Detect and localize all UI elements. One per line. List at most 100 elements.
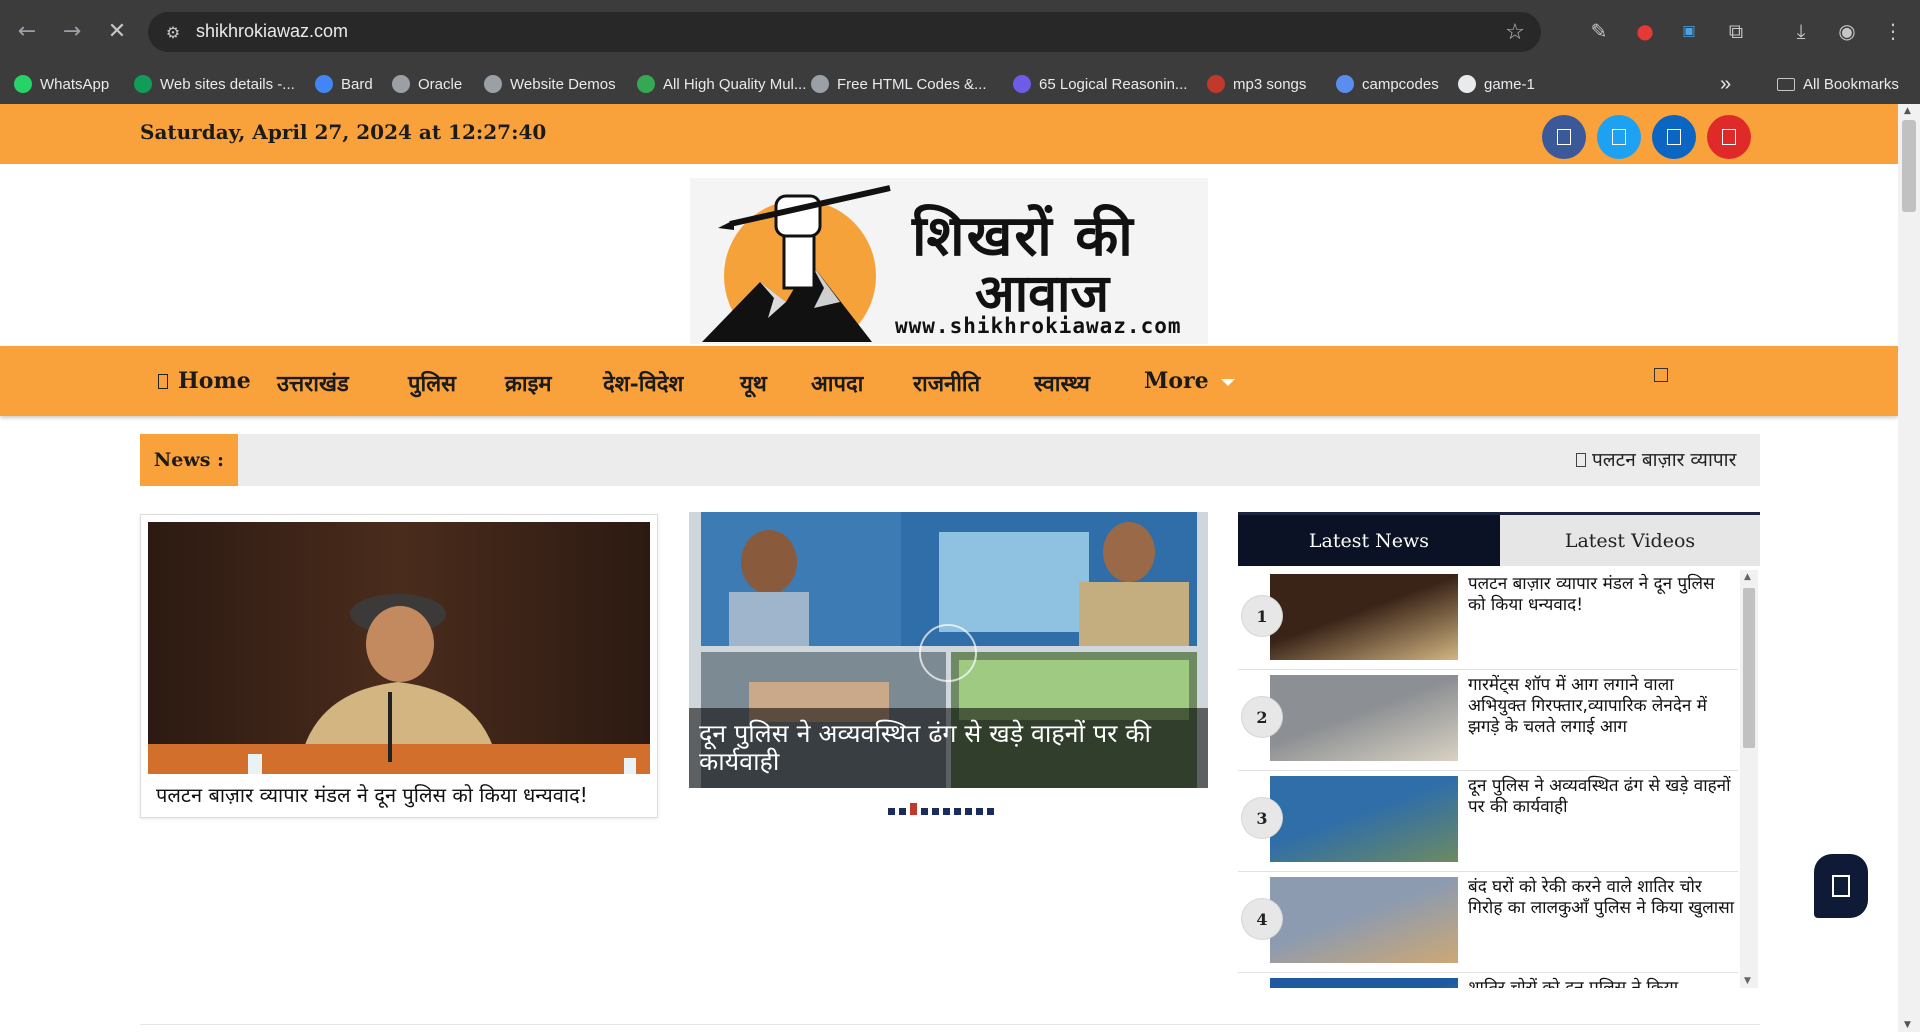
- bookmark-item[interactable]: All High Quality Mul...: [637, 73, 806, 95]
- news-thumbnail[interactable]: [1270, 776, 1458, 862]
- bookmark-item[interactable]: campcodes: [1336, 73, 1439, 95]
- news-thumbnail[interactable]: [1270, 675, 1458, 761]
- latest-news-item[interactable]: 3 दून पुलिस ने अव्यवस्थित ढंग से खड़े वाह…: [1238, 772, 1738, 872]
- tab-latest-news[interactable]: Latest News: [1238, 515, 1500, 566]
- featured-article-title[interactable]: पलटन बाज़ार व्यापार मंडल ने दून पुलिस को…: [156, 781, 588, 808]
- stop-loading-icon[interactable]: ✕: [100, 14, 134, 48]
- menu-swasthya[interactable]: स्वास्थ्य: [1034, 368, 1090, 398]
- latest-news-title[interactable]: गारमेंट्स शॉप में आग लगाने वाला अभियुक्त…: [1468, 675, 1736, 738]
- menu-youth[interactable]: यूथ: [740, 368, 767, 398]
- page-scroll-up-icon[interactable]: ▲: [1904, 106, 1911, 116]
- latest-news-item[interactable]: 1 पलटन बाज़ार व्यापार मंडल ने दून पुलिस क…: [1238, 570, 1738, 670]
- menu-aapda[interactable]: आपदा: [811, 368, 863, 398]
- facebook-icon[interactable]: [1542, 115, 1586, 159]
- page-scroll-down-icon[interactable]: ▼: [1904, 1020, 1911, 1030]
- slider-dot[interactable]: [899, 808, 906, 815]
- site-settings-icon[interactable]: ⚙: [162, 21, 184, 43]
- scroll-up-icon[interactable]: ▲: [1744, 572, 1751, 582]
- bookmark-item[interactable]: Website Demos: [484, 73, 616, 95]
- latest-news-title[interactable]: शातिर चोरों को दून पुलिस ने किया: [1468, 978, 1736, 988]
- bookmark-item[interactable]: 65 Logical Reasonin...: [1013, 73, 1187, 95]
- url-text[interactable]: shikhrokiawaz.com: [196, 21, 348, 42]
- latest-news-title[interactable]: दून पुलिस ने अव्यवस्थित ढंग से खड़े वाहन…: [1468, 776, 1736, 818]
- slider-dot[interactable]: [954, 808, 961, 815]
- more-bookmarks-icon[interactable]: »: [1720, 73, 1731, 95]
- slider-pagination: [888, 803, 994, 818]
- tab-latest-videos[interactable]: Latest Videos: [1500, 515, 1760, 566]
- bookmark-label: Website Demos: [510, 75, 616, 93]
- profile-avatar-icon[interactable]: ◉: [1832, 16, 1862, 46]
- menu-uttarakhand[interactable]: उत्तराखंड: [277, 368, 349, 398]
- slider-dot[interactable]: [921, 808, 928, 815]
- news-thumbnail[interactable]: [1270, 877, 1458, 963]
- bookmark-item[interactable]: Bard: [315, 73, 373, 95]
- bookmark-star-icon[interactable]: ☆: [1501, 18, 1529, 46]
- bookmark-item[interactable]: WhatsApp: [14, 73, 109, 95]
- eyedropper-extension-icon[interactable]: ✎: [1584, 16, 1614, 46]
- adblock-extension-icon[interactable]: ●: [1630, 16, 1660, 46]
- news-list-scroll-thumb[interactable]: [1743, 588, 1755, 748]
- globe-icon: [484, 75, 502, 93]
- forward-icon[interactable]: →: [55, 14, 89, 48]
- latest-news-title[interactable]: पलटन बाज़ार व्यापार मंडल ने दून पुलिस को…: [1468, 574, 1736, 616]
- featured-article-image[interactable]: [148, 522, 650, 774]
- browser-toolbar: ← → ✕ ⚙ shikhrokiawaz.com ☆ ✎ ● ▣ ⧉ ⤓ ◉ …: [0, 0, 1920, 64]
- page-scroll-thumb[interactable]: [1902, 120, 1916, 212]
- menu-desh-videsh[interactable]: देश-विदेश: [603, 368, 683, 398]
- search-toggle-icon[interactable]: [1654, 368, 1668, 382]
- twitter-icon[interactable]: [1597, 115, 1641, 159]
- game-icon: [1458, 75, 1476, 93]
- home-icon: [158, 374, 168, 389]
- main-menu: Home उत्तराखंड पुलिस क्राइम देश-विदेश यू…: [0, 346, 1898, 416]
- ticker-headline[interactable]: पलटन बाज़ार व्यापार: [1576, 446, 1736, 472]
- address-bar[interactable]: ⚙ shikhrokiawaz.com ☆: [148, 12, 1541, 52]
- bookmark-item[interactable]: Free HTML Codes &...: [811, 73, 987, 95]
- slider-dot[interactable]: [910, 803, 917, 815]
- slider-dot[interactable]: [987, 808, 994, 815]
- page-scrollbar[interactable]: ▲ ▼: [1898, 104, 1920, 1032]
- menu-rajniti[interactable]: राजनीति: [913, 368, 980, 398]
- menu-police[interactable]: पुलिस: [408, 368, 456, 398]
- back-icon[interactable]: ←: [10, 14, 44, 48]
- news-thumbnail[interactable]: [1270, 978, 1458, 988]
- new-extension-icon[interactable]: ▣: [1674, 16, 1704, 46]
- play-button-icon[interactable]: [919, 624, 977, 682]
- download-icon[interactable]: ⤓: [1786, 16, 1816, 46]
- youtube-icon[interactable]: [1707, 115, 1751, 159]
- latest-news-title[interactable]: बंद घरों को रेकी करने वाले शातिर चोर गिर…: [1468, 877, 1736, 919]
- slider-dot[interactable]: [932, 808, 939, 815]
- latest-news-item[interactable]: 4 बंद घरों को रेकी करने वाले शातिर चोर गि…: [1238, 873, 1738, 973]
- bookmark-item[interactable]: game-1: [1458, 73, 1535, 95]
- latest-news-item[interactable]: 5शातिर चोरों को दून पुलिस ने किया: [1238, 974, 1738, 988]
- site-logo[interactable]: शिखरों की आवाज www.shikhrokiawaz.com: [690, 178, 1208, 344]
- menu-more[interactable]: More: [1144, 368, 1235, 394]
- news-list-scrollbar[interactable]: ▲ ▼: [1740, 570, 1758, 988]
- bookmark-label: mp3 songs: [1233, 75, 1307, 93]
- bookmark-label: game-1: [1484, 75, 1535, 93]
- all-bookmarks-button[interactable]: All Bookmarks: [1777, 73, 1899, 95]
- slider-caption-title[interactable]: दून पुलिस ने अव्यवस्थित ढंग से खड़े वाहन…: [699, 720, 1199, 776]
- menu-crime[interactable]: क्राइम: [505, 368, 552, 398]
- chat-button[interactable]: [1814, 854, 1868, 918]
- scroll-down-icon[interactable]: ▼: [1744, 976, 1751, 986]
- bookmarks-bar: game-1 campcodes mp3 songs 65 Logical Reaso…: [0, 64, 1920, 104]
- slider-dot[interactable]: [965, 808, 972, 815]
- browser-menu-icon[interactable]: ⋮: [1878, 16, 1908, 46]
- news-thumbnail[interactable]: [1270, 574, 1458, 660]
- extensions-puzzle-icon[interactable]: ⧉: [1721, 16, 1751, 46]
- bookmark-item[interactable]: Web sites details -...: [134, 73, 295, 95]
- all-bookmarks-label: All Bookmarks: [1803, 75, 1899, 93]
- menu-home[interactable]: Home: [158, 368, 251, 394]
- folder-icon: [1777, 77, 1795, 91]
- linkedin-icon[interactable]: [1652, 115, 1696, 159]
- chat-icon: [1832, 875, 1850, 897]
- latest-news-item[interactable]: 2 गारमेंट्स शॉप में आग लगाने वाला अभियुक्…: [1238, 671, 1738, 771]
- slider-dot[interactable]: [943, 808, 950, 815]
- bookmark-label: Bard: [341, 75, 373, 93]
- featured-article-card[interactable]: पलटन बाज़ार व्यापार मंडल ने दून पुलिस को…: [140, 514, 658, 818]
- video-slider[interactable]: दून पुलिस ने अव्यवस्थित ढंग से खड़े वाहन…: [689, 512, 1208, 788]
- slider-dot[interactable]: [976, 808, 983, 815]
- bookmark-item[interactable]: Oracle: [392, 73, 462, 95]
- bookmark-item[interactable]: mp3 songs: [1207, 73, 1306, 95]
- slider-dot[interactable]: [888, 808, 895, 815]
